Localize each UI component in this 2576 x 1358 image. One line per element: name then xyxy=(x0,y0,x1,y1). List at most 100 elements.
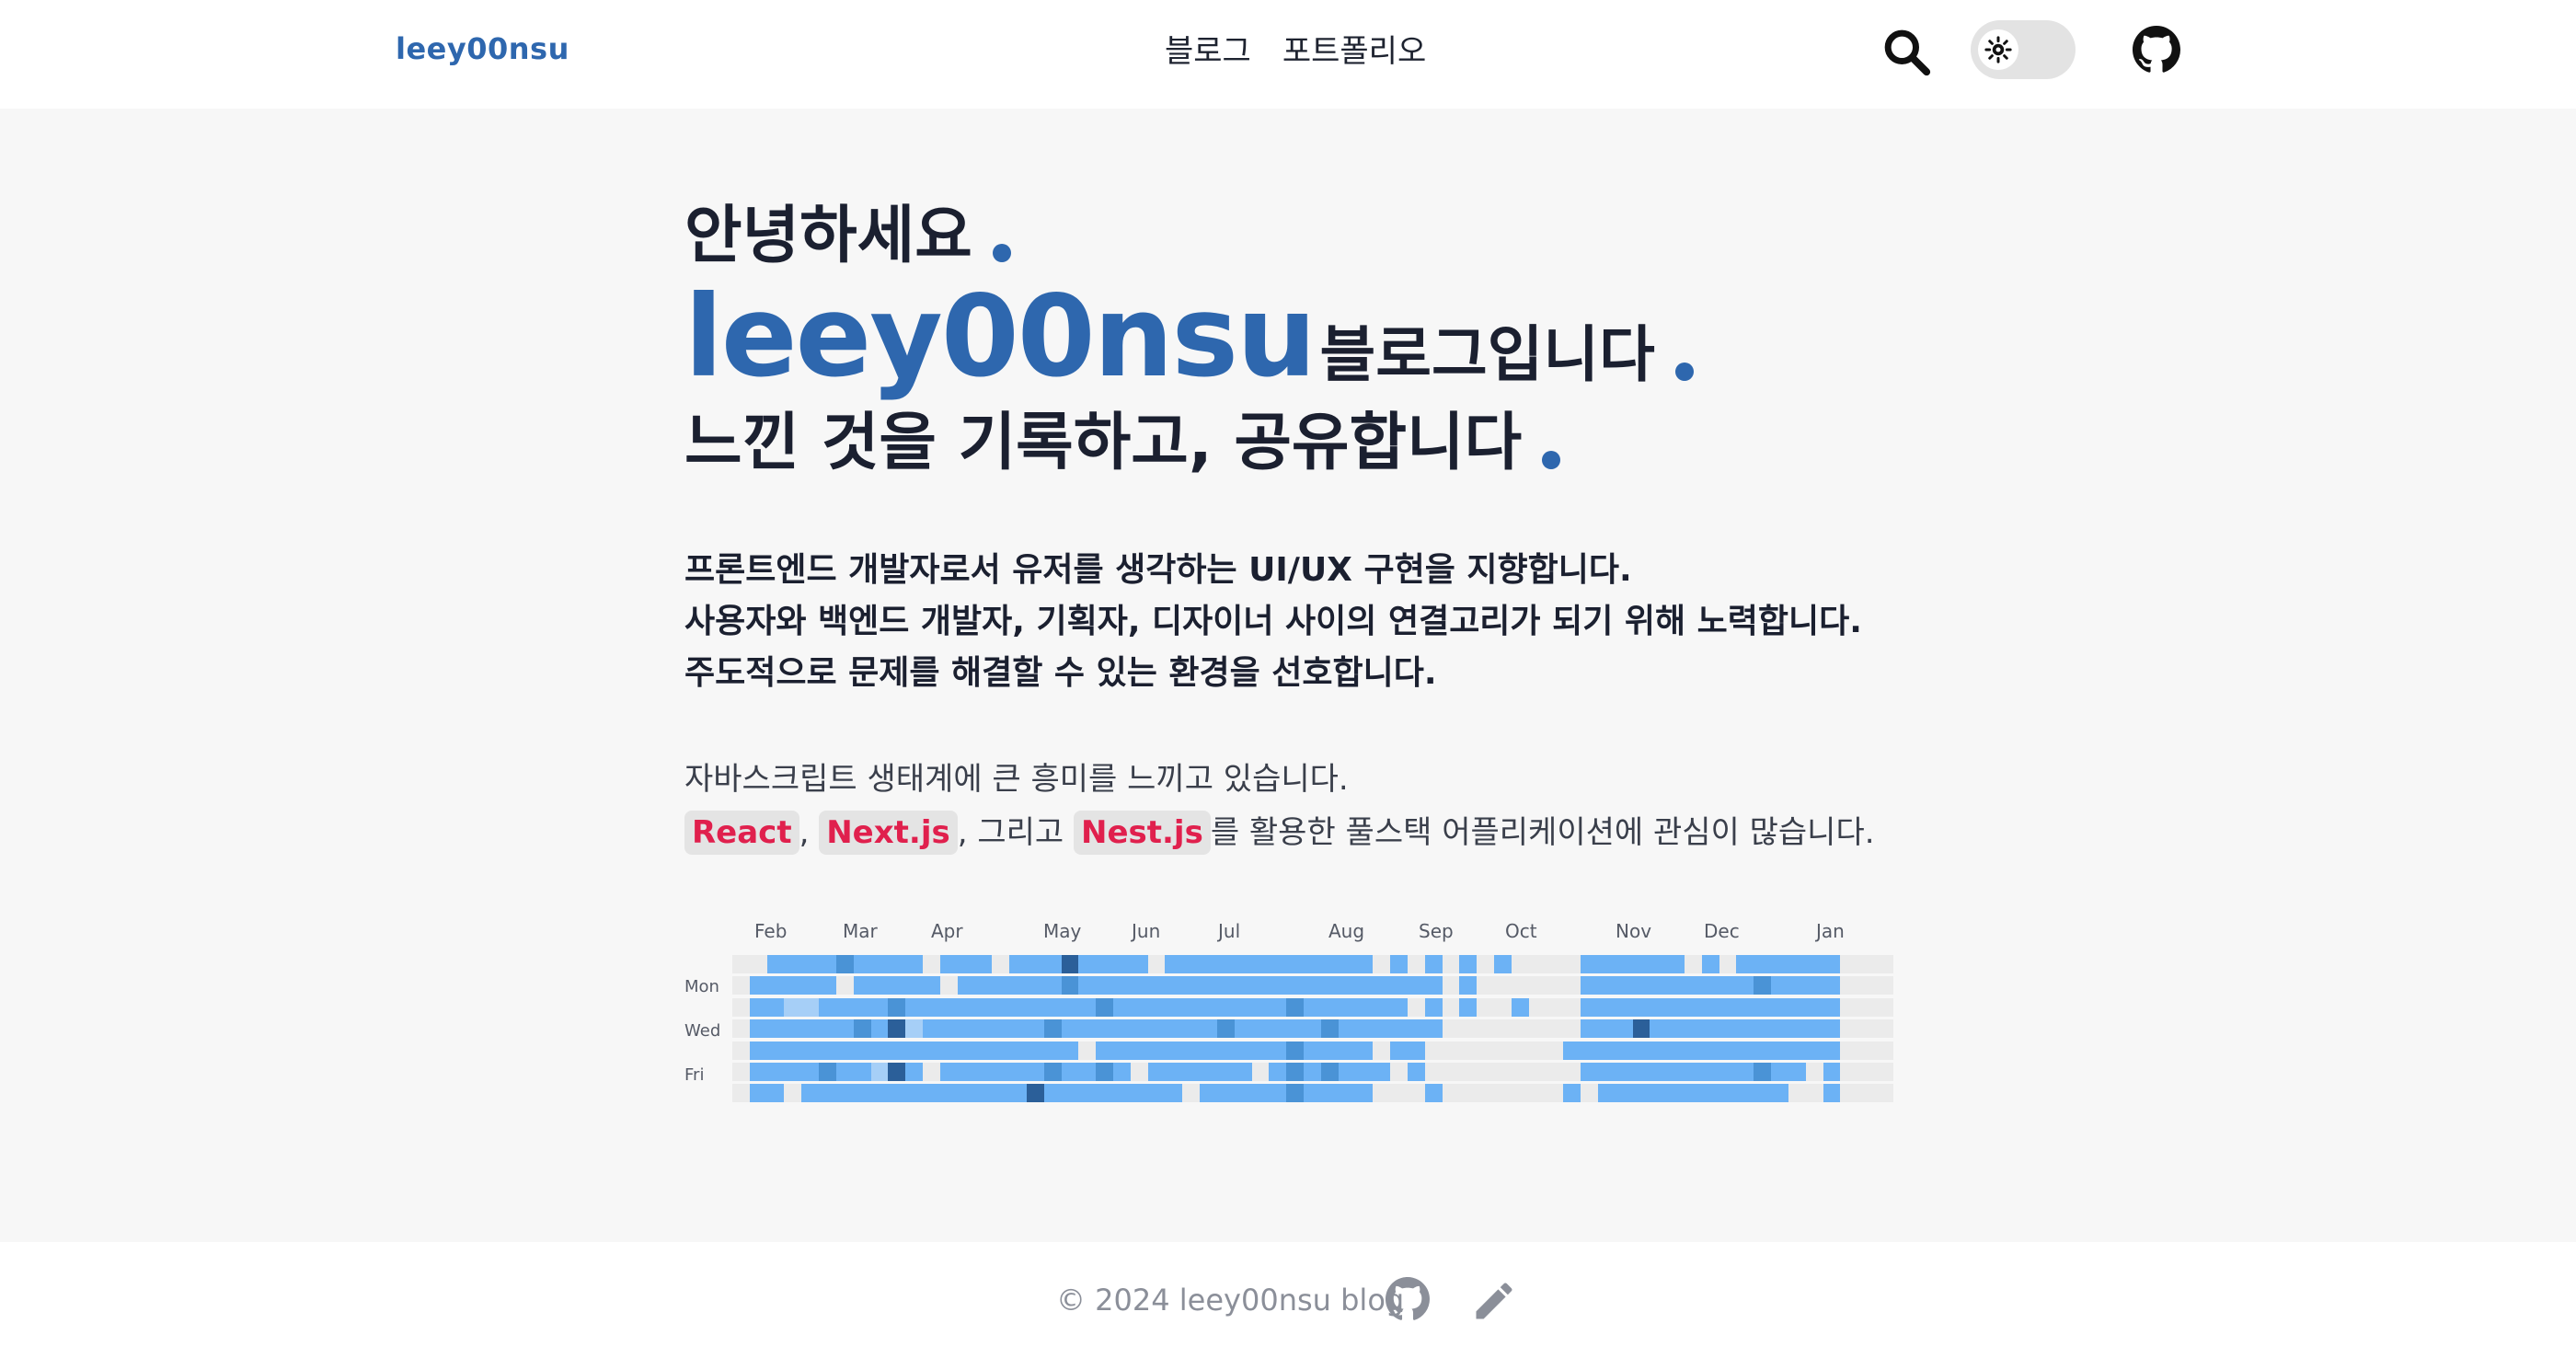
contribution-cell[interactable] xyxy=(1026,976,1045,995)
contribution-cell[interactable] xyxy=(1043,1063,1063,1081)
contribution-cell[interactable] xyxy=(992,1041,1011,1060)
contribution-cell[interactable] xyxy=(1667,1084,1686,1103)
contribution-cell[interactable] xyxy=(1200,1041,1219,1060)
contribution-cell[interactable] xyxy=(1026,1019,1045,1039)
contribution-cell[interactable] xyxy=(1078,997,1098,1017)
contribution-cell[interactable] xyxy=(1511,976,1530,995)
contribution-cell[interactable] xyxy=(1009,997,1029,1017)
contribution-cell[interactable] xyxy=(801,955,821,973)
contribution-cell[interactable] xyxy=(957,1019,976,1039)
contribution-cell[interactable] xyxy=(1286,1063,1305,1081)
contribution-cell[interactable] xyxy=(1200,997,1219,1017)
contribution-cell[interactable] xyxy=(1581,1084,1600,1103)
contribution-cell[interactable] xyxy=(1771,1019,1790,1039)
contribution-cell[interactable] xyxy=(784,1019,803,1039)
contribution-cell[interactable] xyxy=(1407,1041,1426,1060)
contribution-cell[interactable] xyxy=(1338,997,1357,1017)
contribution-cell[interactable] xyxy=(974,1019,994,1039)
contribution-cell[interactable] xyxy=(1875,976,1893,995)
contribution-cell[interactable] xyxy=(923,976,941,995)
contribution-cell[interactable] xyxy=(1320,997,1340,1017)
contribution-cell[interactable] xyxy=(1494,1019,1512,1039)
contribution-cell[interactable] xyxy=(1026,955,1045,973)
contribution-cell[interactable] xyxy=(1597,976,1616,995)
contribution-cell[interactable] xyxy=(1407,1063,1426,1081)
contribution-cell[interactable] xyxy=(784,1041,803,1060)
contribution-cell[interactable] xyxy=(1771,955,1790,973)
contribution-cell[interactable] xyxy=(1269,1019,1288,1039)
contribution-cell[interactable] xyxy=(1823,1019,1842,1039)
contribution-cell[interactable] xyxy=(1061,1063,1080,1081)
contribution-cell[interactable] xyxy=(939,1063,959,1081)
contribution-cell[interactable] xyxy=(1563,976,1582,995)
contribution-cell[interactable] xyxy=(1165,997,1184,1017)
contribution-cell[interactable] xyxy=(1355,1084,1374,1103)
contribution-cell[interactable] xyxy=(749,976,768,995)
contribution-cell[interactable] xyxy=(1477,997,1496,1017)
contribution-cell[interactable] xyxy=(1442,1063,1461,1081)
contribution-cell[interactable] xyxy=(1165,1084,1184,1103)
contribution-cell[interactable] xyxy=(1407,997,1426,1017)
contribution-cell[interactable] xyxy=(1875,997,1893,1017)
contribution-cell[interactable] xyxy=(1113,955,1132,973)
contribution-cell[interactable] xyxy=(1494,976,1512,995)
contribution-cell[interactable] xyxy=(1805,1041,1824,1060)
contribution-cell[interactable] xyxy=(923,1084,941,1103)
contribution-cell[interactable] xyxy=(1719,1041,1738,1060)
contribution-cell[interactable] xyxy=(1147,1063,1167,1081)
contribution-cell[interactable] xyxy=(1650,955,1669,973)
contribution-cell[interactable] xyxy=(1320,1084,1340,1103)
contribution-cell[interactable] xyxy=(1788,1084,1807,1103)
contribution-cell[interactable] xyxy=(1511,955,1530,973)
contribution-cell[interactable] xyxy=(1581,1019,1600,1039)
contribution-cell[interactable] xyxy=(819,976,838,995)
contribution-cell[interactable] xyxy=(1615,976,1634,995)
contribution-cell[interactable] xyxy=(1650,1084,1669,1103)
contribution-cell[interactable] xyxy=(1113,1084,1132,1103)
contribution-cell[interactable] xyxy=(1043,997,1063,1017)
contribution-cell[interactable] xyxy=(1788,976,1807,995)
github-link[interactable] xyxy=(2133,26,2180,74)
contribution-cell[interactable] xyxy=(1355,997,1374,1017)
contribution-cell[interactable] xyxy=(1147,955,1167,973)
contribution-cell[interactable] xyxy=(1701,1084,1720,1103)
contribution-cell[interactable] xyxy=(766,1084,786,1103)
contribution-cell[interactable] xyxy=(1511,1063,1530,1081)
contribution-cell[interactable] xyxy=(1701,1041,1720,1060)
contribution-cell[interactable] xyxy=(801,1019,821,1039)
contribution-cell[interactable] xyxy=(1650,1041,1669,1060)
contribution-cell[interactable] xyxy=(1355,1063,1374,1081)
contribution-cell[interactable] xyxy=(992,1084,1011,1103)
contribution-cell[interactable] xyxy=(870,997,890,1017)
contribution-cell[interactable] xyxy=(1823,1041,1842,1060)
contribution-cell[interactable] xyxy=(1026,1084,1045,1103)
contribution-cell[interactable] xyxy=(957,1084,976,1103)
contribution-cell[interactable] xyxy=(1304,1084,1322,1103)
contribution-cell[interactable] xyxy=(1130,1063,1149,1081)
contribution-cell[interactable] xyxy=(1043,976,1063,995)
contribution-cell[interactable] xyxy=(1667,976,1686,995)
contribution-cell[interactable] xyxy=(1685,955,1703,973)
contribution-cell[interactable] xyxy=(749,955,768,973)
contribution-cell[interactable] xyxy=(1442,1084,1461,1103)
contribution-cell[interactable] xyxy=(1338,1084,1357,1103)
contribution-cell[interactable] xyxy=(1407,955,1426,973)
contribution-cell[interactable] xyxy=(1719,955,1738,973)
contribution-cell[interactable] xyxy=(1719,997,1738,1017)
contribution-cell[interactable] xyxy=(1528,1063,1547,1081)
contribution-cell[interactable] xyxy=(1788,1041,1807,1060)
contribution-cell[interactable] xyxy=(1390,955,1409,973)
contribution-cell[interactable] xyxy=(1667,997,1686,1017)
contribution-cell[interactable] xyxy=(1234,976,1253,995)
contribution-cell[interactable] xyxy=(1701,1063,1720,1081)
contribution-cell[interactable] xyxy=(749,997,768,1017)
contribution-cell[interactable] xyxy=(766,1041,786,1060)
contribution-cell[interactable] xyxy=(1632,1019,1651,1039)
contribution-cell[interactable] xyxy=(1701,1019,1720,1039)
contribution-cell[interactable] xyxy=(1373,1041,1392,1060)
contribution-cell[interactable] xyxy=(1546,1063,1565,1081)
contribution-cell[interactable] xyxy=(1528,976,1547,995)
contribution-cell[interactable] xyxy=(1546,1084,1565,1103)
contribution-cell[interactable] xyxy=(1304,1063,1322,1081)
contribution-cell[interactable] xyxy=(1251,997,1271,1017)
